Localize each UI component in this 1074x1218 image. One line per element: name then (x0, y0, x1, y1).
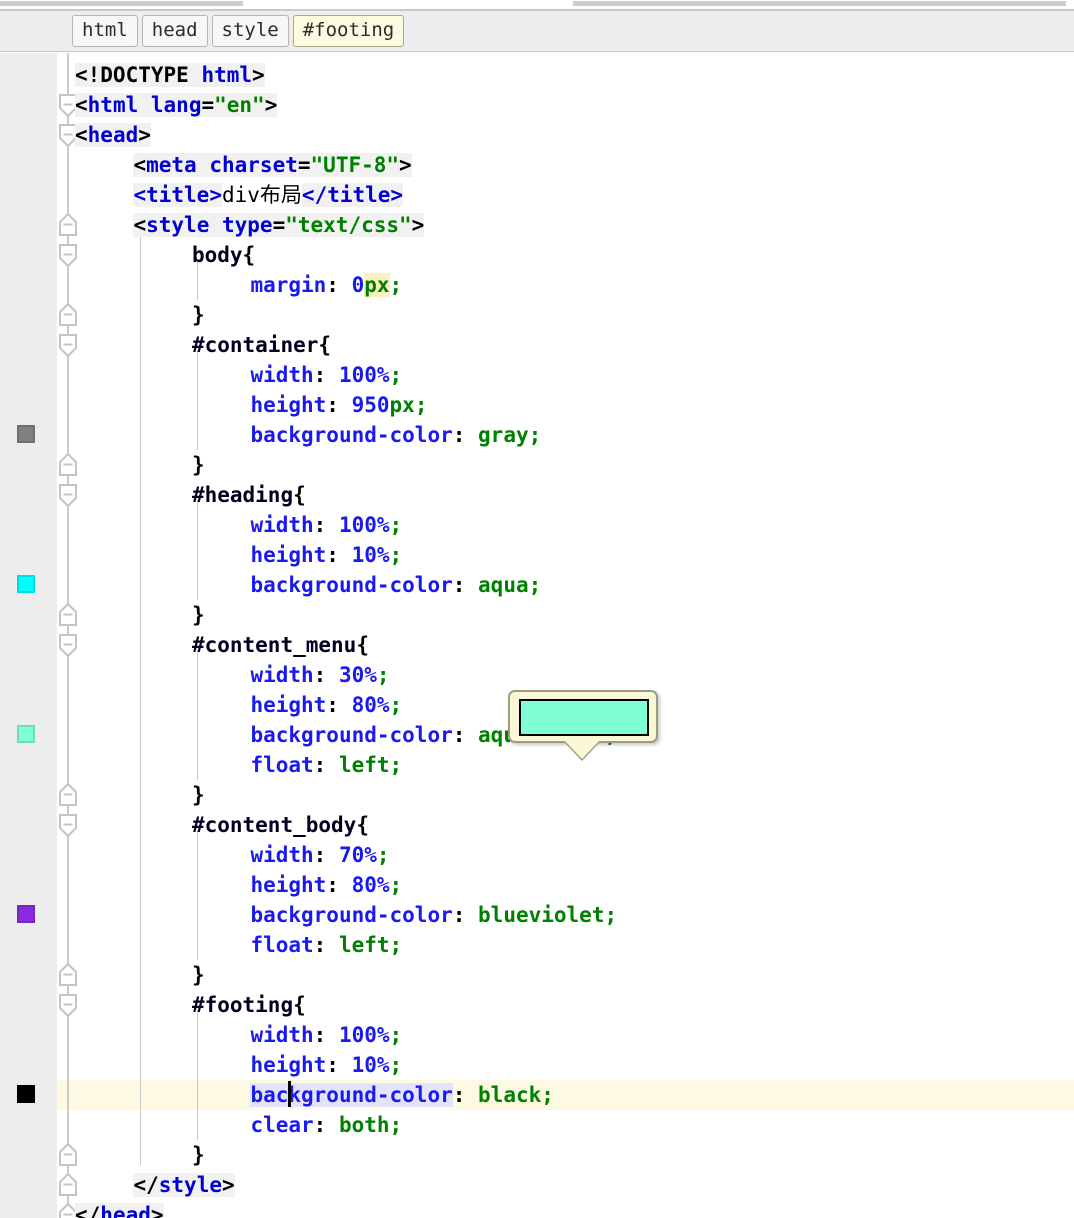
code-line-text: <head> (75, 123, 151, 147)
code-line-text: height: 950px; (250, 393, 428, 417)
code-line[interactable]: <title>div布局</title> (0, 180, 1074, 210)
code-line-text: height: 10%; (250, 1053, 403, 1077)
code-line-text: #footing{ (191, 993, 306, 1017)
code-line[interactable]: float: left; (0, 930, 1074, 960)
code-line-text: body{ (191, 243, 256, 267)
code-line-text: <title>div布局</title> (133, 183, 404, 207)
code-line-text: } (191, 783, 205, 807)
code-line[interactable]: width: 100%; (0, 360, 1074, 390)
code-line-text: } (191, 303, 205, 327)
breadcrumb: html head style #footing (0, 11, 1074, 52)
code-line[interactable]: } (0, 450, 1074, 480)
code-line[interactable]: width: 100%; (0, 1020, 1074, 1050)
code-line[interactable]: #heading{ (0, 480, 1074, 510)
code-line[interactable]: <!DOCTYPE html> (0, 60, 1074, 90)
code-line[interactable]: height: 950px; (0, 390, 1074, 420)
code-line-text: margin: 0px; (250, 273, 403, 297)
code-line[interactable]: <head> (0, 120, 1074, 150)
code-line[interactable]: #content_menu{ (0, 630, 1074, 660)
breadcrumb-item-id-footing[interactable]: #footing (292, 15, 405, 47)
code-line[interactable]: } (0, 1140, 1074, 1170)
code-line[interactable]: background-color: blueviolet; (0, 900, 1074, 930)
code-editor[interactable]: <!DOCTYPE html> <html lang="en"> <head> <me… (0, 53, 1074, 1218)
breadcrumb-item-html[interactable]: html (72, 15, 138, 47)
code-line-text: #content_body{ (191, 813, 369, 837)
code-line-text: height: 80%; (250, 873, 403, 897)
code-line[interactable]: } (0, 600, 1074, 630)
code-line[interactable]: </style> (0, 1170, 1074, 1200)
code-line[interactable]: background-color: gray; (0, 420, 1074, 450)
window-chrome-strip (0, 0, 1074, 11)
code-line[interactable]: background-color: aqua; (0, 570, 1074, 600)
code-line-text: <meta charset="UTF-8"> (133, 153, 412, 177)
code-line[interactable]: background-color: black; (0, 1080, 1074, 1110)
code-line[interactable]: height: 10%; (0, 1050, 1074, 1080)
code-line-text: width: 70%; (250, 843, 390, 867)
breadcrumb-item-style[interactable]: style (211, 15, 289, 47)
code-line-text: background-color: gray; (250, 423, 542, 447)
code-line[interactable]: } (0, 960, 1074, 990)
code-line[interactable]: #container{ (0, 330, 1074, 360)
code-line[interactable]: <meta charset="UTF-8"> (0, 150, 1074, 180)
chrome-bar-right (573, 1, 1066, 6)
code-line-text: #heading{ (191, 483, 306, 507)
code-line-text: } (191, 453, 205, 477)
code-line[interactable]: width: 100%; (0, 510, 1074, 540)
code-line-text: </head> (75, 1200, 164, 1218)
code-line[interactable]: } (0, 300, 1074, 330)
code-line[interactable]: margin: 0px; (0, 270, 1074, 300)
code-line[interactable]: </head> (0, 1200, 1074, 1218)
code-line-text: background-color: aqua; (250, 573, 542, 597)
code-line[interactable]: height: 10%; (0, 540, 1074, 570)
code-line[interactable]: <style type="text/css"> (0, 210, 1074, 240)
tooltip-body (508, 690, 658, 743)
code-line[interactable]: clear: both; (0, 1110, 1074, 1140)
code-line-text: <html lang="en"> (75, 93, 278, 117)
code-line-text: height: 80%; (250, 693, 403, 717)
code-line[interactable]: width: 30%; (0, 660, 1074, 690)
chrome-bar-left (0, 1, 243, 6)
code-line[interactable]: #footing{ (0, 990, 1074, 1020)
code-line[interactable]: height: 80%; (0, 870, 1074, 900)
code-line[interactable]: body{ (0, 240, 1074, 270)
code-line[interactable]: } (0, 780, 1074, 810)
code-line-text: clear: both; (250, 1113, 403, 1137)
code-line-text: background-color: blueviolet; (250, 903, 618, 927)
code-line-text: width: 30%; (250, 663, 390, 687)
code-line-text: </style> (133, 1173, 235, 1197)
code-line-text: } (191, 963, 205, 987)
code-line[interactable]: float: left; (0, 750, 1074, 780)
code-line-text: } (191, 603, 205, 627)
aquamarine-color-swatch[interactable] (519, 699, 649, 736)
code-line-text: background-color: black; (250, 1083, 554, 1107)
code-line[interactable]: #content_body{ (0, 810, 1074, 840)
code-line-text: float: left; (250, 753, 403, 777)
code-line-text: #content_menu{ (191, 633, 369, 657)
code-line-text: width: 100%; (250, 513, 403, 537)
code-line-text: float: left; (250, 933, 403, 957)
text-caret (288, 1081, 291, 1107)
breadcrumb-item-head[interactable]: head (141, 15, 208, 47)
code-line-text: width: 100%; (250, 363, 403, 387)
code-line-text: } (191, 1143, 205, 1167)
code-line-text: #container{ (191, 333, 332, 357)
color-preview-tooltip[interactable] (508, 690, 658, 761)
tooltip-arrow (565, 741, 599, 759)
code-line-text: height: 10%; (250, 543, 403, 567)
code-line[interactable]: <html lang="en"> (0, 90, 1074, 120)
code-line-text: width: 100%; (250, 1023, 403, 1047)
code-line-text: <!DOCTYPE html> (75, 63, 265, 87)
code-line[interactable]: width: 70%; (0, 840, 1074, 870)
code-line-text: <style type="text/css"> (133, 213, 425, 237)
